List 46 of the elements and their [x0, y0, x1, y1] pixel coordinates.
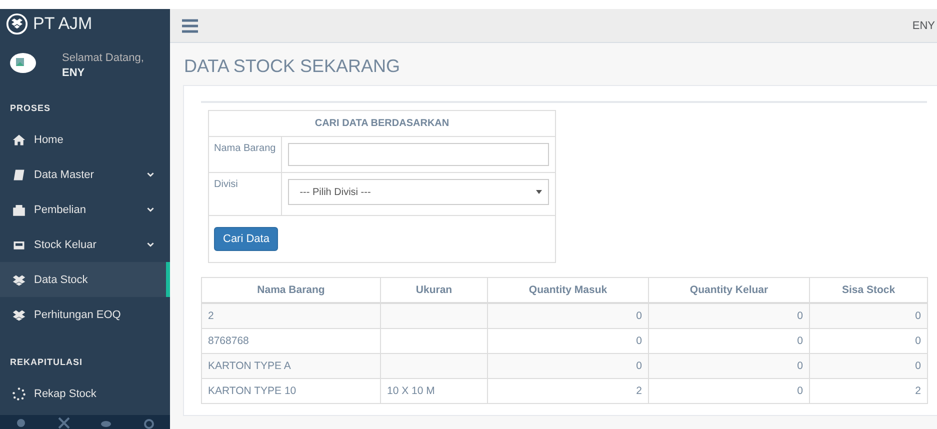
bag-icon — [12, 202, 26, 216]
sidebar-item[interactable]: Data Master — [0, 157, 170, 192]
field-label: Divisi — [208, 172, 282, 216]
table-cell: KARTON TYPE A — [208, 360, 291, 372]
sidebar-item[interactable]: Stock Keluar — [0, 227, 170, 262]
table-cell: 0 — [797, 360, 803, 372]
caret-down-icon — [536, 190, 542, 194]
table-cell: 0 — [797, 385, 803, 397]
form-heading: CARI DATA BERDASARKAN — [208, 110, 556, 136]
search-button[interactable]: Cari Data — [214, 227, 278, 251]
user-menu[interactable]: ENY — [912, 20, 935, 32]
sidebar-item[interactable]: Data Stock — [0, 262, 170, 297]
section-heading: REKAPITULASI — [9, 356, 84, 369]
table-cell: 2 — [208, 310, 214, 322]
spinner-icon — [12, 386, 26, 400]
select-field[interactable]: --- Pilih Divisi --- — [288, 179, 549, 205]
table-cell: 0 — [915, 360, 921, 372]
page-title: DATA STOCK SEKARANG — [184, 56, 402, 76]
table-cell: 0 — [915, 310, 921, 322]
sidebar-item[interactable]: Pembelian — [0, 192, 170, 227]
table-cell: 8768768 — [208, 335, 249, 347]
table-cell: 0 — [797, 310, 803, 322]
avatar-icon — [10, 53, 36, 73]
sidebar-item[interactable]: Perhitungan EOQ — [0, 297, 170, 332]
box-icon — [12, 272, 26, 286]
box-logo-icon — [6, 13, 28, 35]
section-heading: PROSES — [9, 102, 52, 115]
input-field[interactable] — [288, 143, 549, 166]
table-cell: 0 — [636, 360, 642, 372]
user-name: ENY — [62, 67, 86, 79]
table-cell: 0 — [797, 335, 803, 347]
table-cell: 10 X 10 M — [387, 385, 435, 397]
table-cell: 0 — [915, 335, 921, 347]
box-icon — [12, 308, 26, 322]
table-cell: 0 — [636, 335, 642, 347]
table-cell: 2 — [636, 385, 642, 397]
brand-name: PT AJM — [33, 14, 92, 34]
table-cell: 0 — [636, 310, 642, 322]
greeting-text: Selamat Datang, — [62, 52, 144, 64]
table-cell: KARTON TYPE 10 — [208, 385, 296, 397]
menu-icon[interactable] — [182, 18, 198, 32]
sidebar-item[interactable]: Rekap Stock — [0, 376, 170, 411]
sidebar-item[interactable]: Home — [0, 122, 170, 157]
field-label: Nama Barang — [208, 136, 282, 172]
home-icon — [12, 132, 26, 146]
table-cell: 2 — [915, 385, 921, 397]
